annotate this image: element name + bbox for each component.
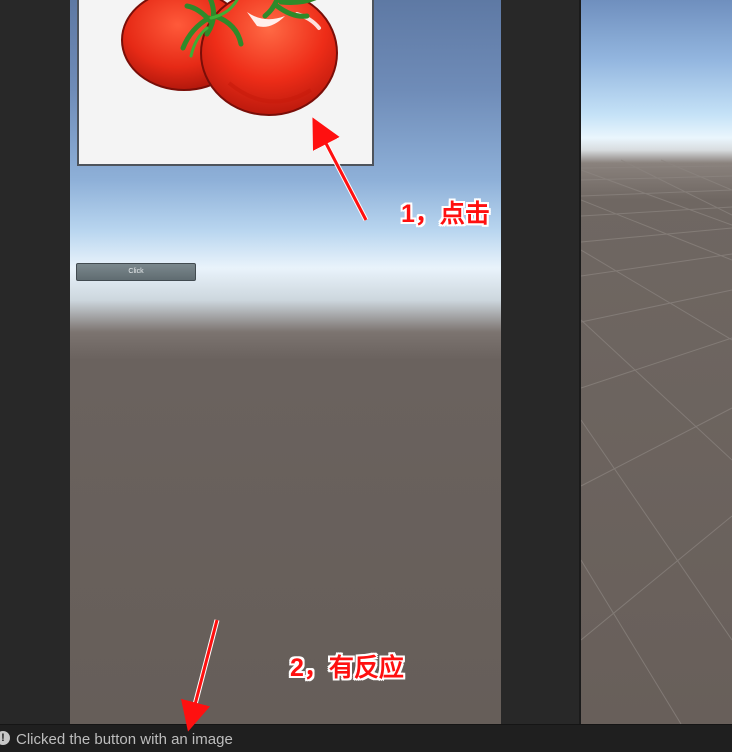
tomato-icon — [121, 0, 338, 116]
tomato-image-button[interactable] — [77, 0, 374, 166]
console-last-message[interactable]: Clicked the button with an image — [16, 731, 233, 748]
warning-icon: ! — [0, 731, 10, 745]
game-view[interactable]: Click — [70, 0, 501, 724]
scene-view[interactable] — [581, 0, 732, 724]
scene-grid — [581, 159, 732, 724]
annotation-step-2: 2，有反应 — [290, 654, 404, 682]
annotation-step-1: 1，点击 — [401, 200, 490, 228]
panel-gap — [501, 0, 581, 724]
click-button[interactable]: Click — [76, 263, 196, 281]
console-status-bar[interactable]: ! Clicked the button with an image — [0, 724, 732, 752]
